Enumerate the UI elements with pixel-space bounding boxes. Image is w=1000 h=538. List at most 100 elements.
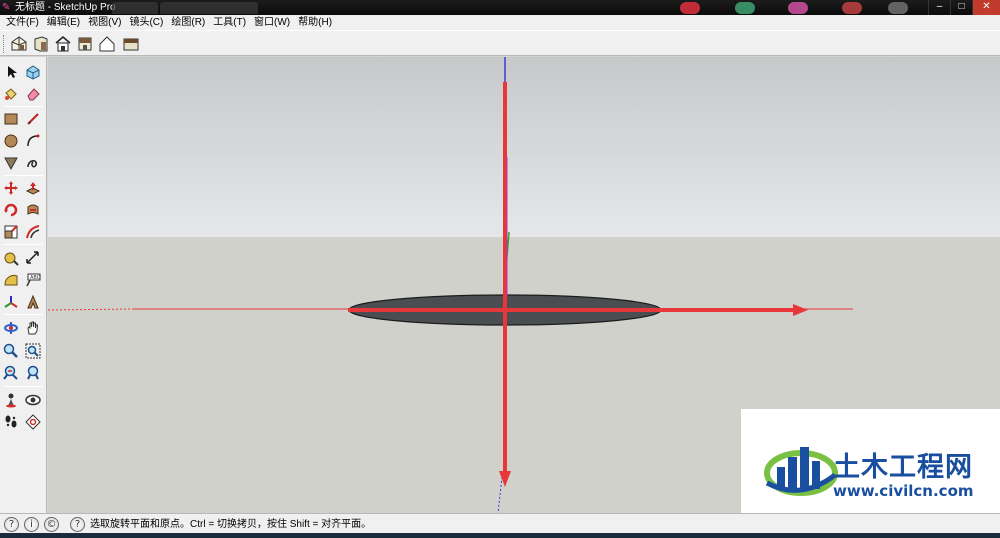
walk-icon [5,415,17,428]
move-button[interactable] [1,178,21,198]
axes-button[interactable] [1,292,21,312]
tool-palette: ABC [0,57,47,513]
orbit-button[interactable] [1,318,21,338]
circle-icon [4,134,18,148]
minimize-button[interactable]: – [928,0,950,15]
tool-separator [3,386,43,387]
dimension-button[interactable] [23,248,43,268]
zoom-extents-button[interactable] [1,363,21,383]
front-view-button[interactable] [53,34,73,54]
polygon-button[interactable] [1,153,21,173]
protractor-button[interactable] [1,270,21,290]
zoom-icon [3,343,18,358]
views-toolbar [0,30,1000,56]
freehand-button[interactable] [23,153,43,173]
civilcn-logo-icon [764,447,838,496]
menu-bar: 文件(F) 编辑(E) 视图(V) 镜头(C) 绘图(R) 工具(T) 窗口(W… [0,15,1000,30]
top-view-button[interactable] [31,34,51,54]
zoom-button[interactable] [1,341,21,361]
section-plane-button[interactable] [23,412,43,432]
dimension-icon [26,251,39,264]
os-taskbar [0,533,1000,538]
menu-draw[interactable]: 绘图(R) [167,16,209,30]
orbit-icon [4,322,18,334]
front-view-icon [55,36,71,52]
line-button[interactable] [23,109,43,129]
svg-text:ABC: ABC [30,275,41,281]
eraser-button[interactable] [23,84,43,104]
arc-button[interactable] [23,131,43,151]
back-view-icon [99,36,115,52]
status-message: 选取旋转平面和原点。Ctrl = 切换拷贝，按住 Shift = 对齐平面。 [90,519,372,530]
paint-bucket-icon [5,88,17,100]
status-bar: ? i © ? 选取旋转平面和原点。Ctrl = 切换拷贝，按住 Shift =… [0,513,1000,533]
taskbar-glow [680,2,700,14]
walk-button[interactable] [1,412,21,432]
3d-text-button[interactable] [23,292,43,312]
taskbar-glow [842,2,862,14]
menu-edit[interactable]: 编辑(E) [43,16,84,30]
geo-location-button[interactable]: ? [4,517,19,532]
push-pull-button[interactable] [23,178,43,198]
menu-tools[interactable]: 工具(T) [209,16,250,30]
tool-separator [3,175,43,176]
credits-icon: i [30,519,33,530]
position-camera-button[interactable] [1,390,21,410]
scale-button[interactable] [1,222,21,242]
look-around-button[interactable] [23,390,43,410]
window-title: 无标题 - SketchUp Pro [15,2,116,13]
paint-bucket-button[interactable] [1,84,21,104]
top-view-icon [34,36,48,52]
left-view-button[interactable] [121,34,141,54]
sketchup-app-icon: ✎ [2,2,11,13]
minimize-icon: – [936,1,943,12]
tool-separator [3,314,43,315]
circle-button[interactable] [1,131,21,151]
rectangle-button[interactable] [1,109,21,129]
taskbar-glow [888,2,908,14]
background-tab [160,2,258,14]
menu-help[interactable]: 帮助(H) [294,16,336,30]
section-plane-icon [25,414,41,430]
maximize-button[interactable]: □ [950,0,972,15]
maximize-icon: □ [958,1,965,12]
previous-view-button[interactable] [23,363,43,383]
close-button[interactable]: ✕ [972,0,1000,15]
text-icon: ABC [26,273,41,287]
follow-me-icon [27,204,39,215]
look-around-icon [25,394,41,406]
menu-camera[interactable]: 镜头(C) [125,16,167,30]
menu-view[interactable]: 视图(V) [84,16,125,30]
follow-me-button[interactable] [23,200,43,220]
right-view-icon [78,37,92,51]
text-button[interactable]: ABC [23,270,43,290]
title-bar: ✎ 无标题 - SketchUp Pro – □ ✕ [0,0,1000,15]
toolbar-grip[interactable] [3,35,5,53]
back-view-button[interactable] [97,34,117,54]
rotate-button[interactable] [1,200,21,220]
menu-file[interactable]: 文件(F) [2,16,43,30]
iso-view-button[interactable] [9,34,29,54]
tape-measure-button[interactable] [1,248,21,268]
credits-button[interactable]: i [24,517,39,532]
copyright-button[interactable]: © [44,517,59,532]
red-axis-negative [48,308,134,311]
zoom-window-icon [25,343,41,359]
zoom-window-button[interactable] [23,341,43,361]
rectangle-icon [4,113,18,125]
offset-button[interactable] [23,222,43,242]
menu-window[interactable]: 窗口(W) [250,16,294,30]
make-component-icon [26,65,40,80]
axes-icon [4,296,18,308]
make-component-button[interactable] [23,62,43,82]
pan-icon [27,321,39,335]
move-icon [4,181,18,195]
offset-icon [26,225,40,239]
select-icon [8,66,17,78]
right-view-button[interactable] [75,34,95,54]
select-tool-button[interactable] [1,62,21,82]
pan-button[interactable] [23,318,43,338]
arc-icon [27,134,40,147]
freehand-icon [27,160,37,168]
help-button[interactable]: ? [70,517,85,532]
